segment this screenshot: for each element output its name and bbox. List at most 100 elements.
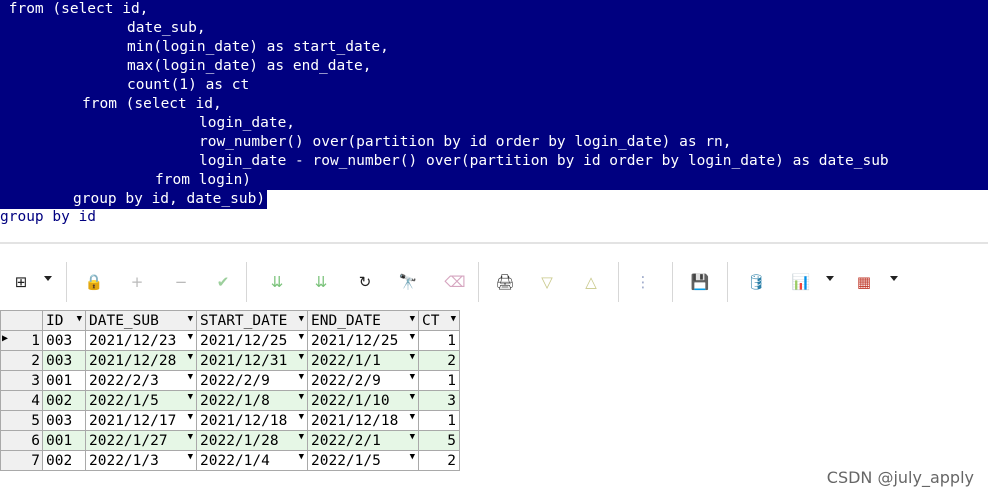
reload-icon[interactable]: ↻ (354, 271, 376, 293)
chart-icon[interactable]: 📊 (790, 271, 812, 293)
chevron-down-icon[interactable]: ▼ (188, 392, 193, 402)
grid-cell[interactable]: 3 (418, 390, 460, 411)
chevron-down-icon[interactable]: ▼ (299, 412, 304, 422)
row-number[interactable]: 2 (0, 350, 43, 371)
chevron-down-icon[interactable]: ▼ (410, 372, 415, 382)
code-line[interactable]: login_date - row_number() over(partition… (0, 152, 988, 171)
chevron-down-icon[interactable]: ▼ (299, 452, 304, 462)
grid-cell[interactable]: 003 (42, 330, 86, 351)
grid-cell[interactable]: 2022/1/27 ▼ (85, 430, 197, 451)
code-line[interactable]: group by id (0, 208, 96, 227)
code-line[interactable]: login_date, (0, 114, 988, 133)
database-icon[interactable]: 🛢 (745, 271, 767, 293)
print-preview-icon[interactable]: 🖨 (494, 271, 516, 293)
grid-cell[interactable]: 2021/12/25 ▼ (196, 330, 308, 351)
table-row[interactable]: 5 003 2021/12/17 ▼ 2021/12/18 ▼ 2021/12/18 ▼ 1 (0, 410, 460, 431)
table-row[interactable]: 6 001 2022/1/27 ▼ 2022/1/28 ▼ 2022/2/1 ▼ 5 (0, 430, 460, 451)
chevron-down-icon[interactable]: ▼ (410, 412, 415, 422)
grid-cell[interactable]: 003 (42, 410, 86, 431)
table-row[interactable]: 1 ▶ 003 2021/12/23 ▼ 2021/12/25 ▼ 2021/12/25 ▼ 1 (0, 330, 460, 351)
chevron-down-icon[interactable]: ▼ (410, 332, 415, 342)
code-line[interactable]: group by id, date_sub) (0, 190, 267, 209)
code-line[interactable]: from login) (0, 171, 988, 190)
code-line[interactable]: max(login_date) as end_date, (0, 57, 988, 76)
row-number[interactable]: 5 (0, 410, 43, 431)
grid-cell[interactable]: 2021/12/18 ▼ (307, 410, 419, 431)
code-line[interactable]: from (select id, (0, 0, 988, 19)
table-row[interactable]: 4 002 2022/1/5 ▼ 2022/1/8 ▼ 2022/1/10 ▼ 3 (0, 390, 460, 411)
grid-cell[interactable]: 2022/1/5 ▼ (307, 450, 419, 471)
chevron-down-icon[interactable]: ▼ (188, 452, 193, 462)
dropdown-arrow-icon[interactable] (826, 276, 834, 281)
sort-down-icon[interactable]: ▽ (536, 271, 558, 293)
chevron-down-icon[interactable]: ▼ (188, 372, 193, 382)
grid-cell[interactable]: 2022/2/3 ▼ (85, 370, 197, 391)
code-line[interactable]: row_number() over(partition by id order … (0, 133, 988, 152)
grid-cell[interactable]: 2022/1/1 ▼ (307, 350, 419, 371)
grid-cell[interactable]: 2021/12/31 ▼ (196, 350, 308, 371)
code-line[interactable]: date_sub, (0, 19, 988, 38)
chevron-down-icon[interactable]: ▼ (451, 314, 456, 324)
grid-cell[interactable]: 1 (418, 410, 460, 431)
chevron-down-icon[interactable]: ▼ (410, 392, 415, 402)
grid-cell[interactable]: 002 (42, 390, 86, 411)
table-row[interactable]: 7 002 2022/1/3 ▼ 2022/1/4 ▼ 2022/1/5 ▼ 2 (0, 450, 460, 471)
grid-cell[interactable]: 1 (418, 370, 460, 391)
grid-cell[interactable]: 2022/1/28 ▼ (196, 430, 308, 451)
grid-cell[interactable]: 2022/2/1 ▼ (307, 430, 419, 451)
chevron-down-icon[interactable]: ▼ (410, 452, 415, 462)
row-number[interactable]: 3 (0, 370, 43, 391)
grid-cell[interactable]: 2021/12/23 ▼ (85, 330, 197, 351)
grid-cell[interactable]: 2022/1/8 ▼ (196, 390, 308, 411)
chevron-down-icon[interactable]: ▼ (299, 332, 304, 342)
delete-record-icon[interactable]: − (170, 271, 192, 293)
col-header-ct[interactable]: CT ▼ (418, 310, 460, 331)
code-line[interactable]: from (select id, (0, 95, 988, 114)
grid-cell[interactable]: 2021/12/25 ▼ (307, 330, 419, 351)
row-number[interactable]: 1 ▶ (0, 330, 43, 351)
chevron-down-icon[interactable]: ▼ (299, 392, 304, 402)
chevron-down-icon[interactable]: ▼ (410, 352, 415, 362)
grid-cell[interactable]: 2 (418, 450, 460, 471)
grid-cell[interactable]: 002 (42, 450, 86, 471)
code-line[interactable]: count(1) as ct (0, 76, 988, 95)
col-header-date-sub[interactable]: DATE_SUB ▼ (85, 310, 197, 331)
row-number[interactable]: 4 (0, 390, 43, 411)
col-header-end-date[interactable]: END_DATE ▼ (307, 310, 419, 331)
table-row[interactable]: 3 001 2022/2/3 ▼ 2022/2/9 ▼ 2022/2/9 ▼ 1 (0, 370, 460, 391)
lock-icon[interactable]: 🔒 (83, 271, 105, 293)
find-icon[interactable]: 🔭 (397, 271, 419, 293)
grid-cell[interactable]: 2 (418, 350, 460, 371)
grid-cell[interactable]: 2021/12/17 ▼ (85, 410, 197, 431)
chevron-down-icon[interactable]: ▼ (299, 352, 304, 362)
col-header-start-date[interactable]: START_DATE ▼ (196, 310, 308, 331)
grid-cell[interactable]: 001 (42, 370, 86, 391)
grid-cell[interactable]: 2022/1/4 ▼ (196, 450, 308, 471)
chevron-down-icon[interactable]: ▼ (299, 314, 304, 324)
chevron-down-icon[interactable]: ▼ (299, 432, 304, 442)
grid-cell[interactable]: 2022/1/5 ▼ (85, 390, 197, 411)
add-record-icon[interactable]: + (126, 271, 148, 293)
chevron-down-icon[interactable]: ▼ (188, 432, 193, 442)
post-icon[interactable]: ✔ (212, 271, 234, 293)
grid-cell[interactable]: 2021/12/18 ▼ (196, 410, 308, 431)
clear-filter-icon[interactable]: ⌫ (444, 271, 466, 293)
table-row[interactable]: 2 003 2021/12/28 ▼ 2021/12/31 ▼ 2022/1/1 ▼ 2 (0, 350, 460, 371)
grid-cell[interactable]: 2021/12/28 ▼ (85, 350, 197, 371)
refresh-alt-icon[interactable]: ⇊ (310, 271, 332, 293)
chevron-down-icon[interactable]: ▼ (77, 314, 82, 324)
table-export-icon[interactable]: ▦ (853, 271, 875, 293)
splitter[interactable] (0, 242, 988, 244)
chevron-down-icon[interactable]: ▼ (299, 372, 304, 382)
grid-cell[interactable]: 2022/1/3 ▼ (85, 450, 197, 471)
grid-view-icon[interactable]: ⊞ (10, 271, 32, 293)
chevron-down-icon[interactable]: ▼ (188, 332, 193, 342)
grid-cell[interactable]: 2022/2/9 ▼ (307, 370, 419, 391)
chevron-down-icon[interactable]: ▼ (410, 432, 415, 442)
row-number[interactable]: 6 (0, 430, 43, 451)
result-grid[interactable]: ID ▼ DATE_SUB ▼ START_DATE ▼ END_DATE ▼ CT ▼ … (0, 310, 460, 471)
row-number[interactable]: 7 (0, 450, 43, 471)
dropdown-arrow-icon[interactable] (44, 276, 52, 281)
chevron-down-icon[interactable]: ▼ (188, 352, 193, 362)
grid-cell[interactable]: 003 (42, 350, 86, 371)
